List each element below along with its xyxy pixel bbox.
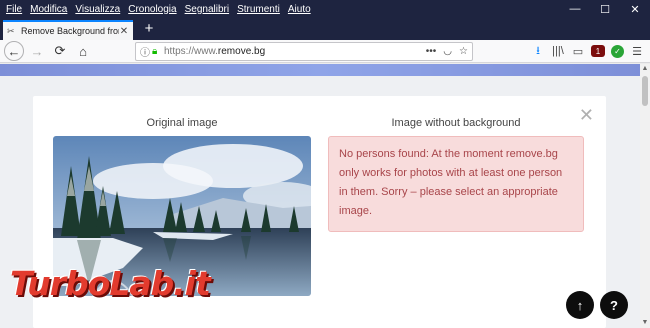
home-button[interactable]: ⌂ xyxy=(73,41,93,61)
original-image-title: Original image xyxy=(146,117,218,129)
url-bar[interactable]: ⓘ 🔒︎ https://www.remove.bg ••• ◡ ☆ xyxy=(135,42,473,61)
tab-strip: ✂ Remove Background from Ima ✕ + xyxy=(0,18,650,40)
library-icon[interactable]: |||\ xyxy=(551,43,565,59)
window-controls: — ☐ ✕ xyxy=(560,0,650,18)
new-tab-button[interactable]: + xyxy=(141,20,157,38)
hamburger-menu-icon[interactable]: ☰ xyxy=(630,43,644,59)
page-actions-icon[interactable]: ••• xyxy=(426,46,437,57)
reload-button[interactable]: ⟳ xyxy=(50,41,70,61)
menu-file[interactable]: File xyxy=(6,4,22,15)
back-button[interactable]: ← xyxy=(4,41,24,61)
lock-icon[interactable]: 🔒︎ xyxy=(152,46,164,57)
info-icon[interactable]: ⓘ xyxy=(140,44,152,59)
maximize-button[interactable]: ☐ xyxy=(590,0,620,18)
menu-bar: File Modifica Visualizza Cronologia Segn… xyxy=(0,4,311,15)
scroll-to-top-button[interactable]: ↑ xyxy=(566,291,594,319)
no-background-title: Image without background xyxy=(391,117,521,129)
menu-segnalibri[interactable]: Segnalibri xyxy=(185,4,229,15)
toolbar-right: ⭳ |||\ ▭ 1 ✓ ☰ xyxy=(531,43,644,59)
scissors-icon: ✂ xyxy=(7,26,15,36)
navigation-bar: ← → ⟳ ⌂ ⓘ 🔒︎ https://www.remove.bg ••• ◡… xyxy=(0,40,650,63)
scroll-up-arrow-icon[interactable]: ▲ xyxy=(640,64,650,74)
menu-visualizza[interactable]: Visualizza xyxy=(75,4,120,15)
ublock-icon[interactable]: 1 xyxy=(591,45,605,57)
turbolab-watermark-logo: TurboLab.it xyxy=(10,264,211,303)
tab-remove-background[interactable]: ✂ Remove Background from Ima ✕ xyxy=(3,20,133,40)
header-band xyxy=(0,64,640,76)
error-message: No persons found: At the moment remove.b… xyxy=(328,136,584,232)
forward-button[interactable]: → xyxy=(27,41,47,61)
sidebar-icon[interactable]: ▭ xyxy=(571,43,585,59)
pocket-icon[interactable]: ◡ xyxy=(443,46,452,57)
close-window-button[interactable]: ✕ xyxy=(620,0,650,18)
menu-cronologia[interactable]: Cronologia xyxy=(128,4,176,15)
scrollbar-thumb[interactable] xyxy=(642,76,648,106)
menu-aiuto[interactable]: Aiuto xyxy=(288,4,311,15)
tab-close-icon[interactable]: ✕ xyxy=(119,26,129,37)
tab-title: Remove Background from Ima xyxy=(21,26,119,36)
download-icon[interactable]: ⭳ xyxy=(531,43,545,59)
menu-modifica[interactable]: Modifica xyxy=(30,4,67,15)
check-extension-icon[interactable]: ✓ xyxy=(611,44,624,58)
scroll-down-arrow-icon[interactable]: ▼ xyxy=(640,318,650,328)
menu-strumenti[interactable]: Strumenti xyxy=(237,4,280,15)
page-scrollbar[interactable]: ▲ ▼ xyxy=(640,64,650,328)
title-bar: File Modifica Visualizza Cronologia Segn… xyxy=(0,0,650,18)
bookmark-star-icon[interactable]: ☆ xyxy=(459,46,468,57)
minimize-button[interactable]: — xyxy=(560,0,590,18)
url-text[interactable]: https://www.remove.bg xyxy=(164,46,419,57)
help-button[interactable]: ? xyxy=(600,291,628,319)
